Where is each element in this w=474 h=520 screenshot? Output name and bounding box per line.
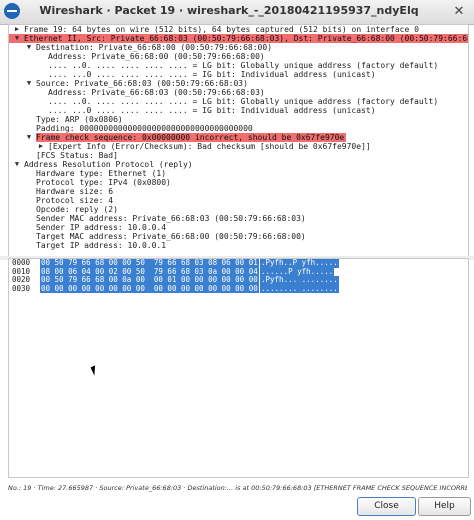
- expanded-arrow-icon[interactable]: ▼: [25, 43, 33, 52]
- tree-row[interactable]: ▼ Address Resolution Protocol (reply): [9, 160, 468, 169]
- tree-row[interactable]: .... ..0. .... .... .... .... = LG bit: …: [9, 61, 468, 70]
- hex-ascii: ........ ........: [260, 283, 339, 293]
- tree-row-label: Protocol size: 4: [36, 196, 114, 205]
- tree-row-label: Sender MAC address: Private_66:68:03 (00…: [36, 214, 306, 223]
- tree-row[interactable]: Address: Private_66:68:00 (00:50:79:66:6…: [9, 52, 468, 61]
- tree-row-label: Padding: 0000000000000000000000000000000…: [36, 124, 253, 133]
- tree-row-label: Address Resolution Protocol (reply): [24, 160, 193, 169]
- tree-row-label: Address: Private_66:68:03 (00:50:79:66:6…: [48, 88, 265, 97]
- tree-row-label: .... ..0. .... .... .... .... = LG bit: …: [48, 61, 439, 70]
- tree-row-label: Target IP address: 10.0.0.1: [36, 241, 167, 250]
- expanded-arrow-icon[interactable]: ▼: [25, 133, 33, 142]
- tree-row[interactable]: Padding: 0000000000000000000000000000000…: [9, 124, 468, 133]
- tree-row[interactable]: .... ...0 .... .... .... .... = IG bit: …: [9, 106, 468, 115]
- tree-row-label: [FCS Status: Bad]: [36, 151, 118, 160]
- tree-row[interactable]: ▼ Source: Private_66:68:03 (00:50:79:66:6…: [9, 79, 468, 88]
- tree-row[interactable]: .... ...0 .... .... .... .... = IG bit: …: [9, 70, 468, 79]
- tree-row-label: Frame check sequence: 0x00000000 incorre…: [36, 133, 347, 142]
- collapsed-arrow-icon[interactable]: ▶: [13, 25, 21, 34]
- packet-details-tree[interactable]: ▶ Frame 19: 64 bytes on wire (512 bits), …: [8, 24, 469, 258]
- hex-bytes: 00 00 00 00 00 00 00 00 00 00 00 00 00 0…: [40, 283, 259, 293]
- tree-row[interactable]: Hardware size: 6: [9, 187, 468, 196]
- tree-row[interactable]: Protocol type: IPv4 (0x0800): [9, 178, 468, 187]
- tree-row-label: Hardware size: 6: [36, 187, 114, 196]
- packet-status-text: No.: 19 · Time: 27.665987 · Source: Priv…: [8, 484, 467, 492]
- tree-row-label: Type: ARP (0x0806): [36, 115, 123, 124]
- expanded-arrow-icon[interactable]: ▼: [13, 160, 21, 169]
- packet-bytes-pane[interactable]: 0000 00 50 79 66 68 00 00 50 79 66 68 03 …: [8, 258, 469, 478]
- tree-row-label: .... ..0. .... .... .... .... = LG bit: …: [48, 97, 439, 106]
- help-button[interactable]: Help: [418, 497, 471, 516]
- tree-row[interactable]: .... ..0. .... .... .... .... = LG bit: …: [9, 97, 468, 106]
- expanded-arrow-icon[interactable]: ▼: [25, 79, 33, 88]
- tree-row[interactable]: ▼ Frame check sequence: 0x00000000 incorr…: [9, 133, 468, 142]
- tree-row-label: Destination: Private_66:68:00 (00:50:79:…: [36, 43, 273, 52]
- tree-row[interactable]: Sender MAC address: Private_66:68:03 (00…: [9, 214, 468, 223]
- window-title: Wireshark · Packet 19 · wireshark_-_2018…: [39, 4, 419, 17]
- tree-row[interactable]: ▶ Frame 19: 64 bytes on wire (512 bits), …: [9, 25, 468, 34]
- tree-row[interactable]: Protocol size: 4: [9, 196, 468, 205]
- tree-row[interactable]: [FCS Status: Bad]: [9, 151, 468, 160]
- collapsed-arrow-icon[interactable]: ▶: [37, 142, 45, 151]
- tree-row-label: Source: Private_66:68:03 (00:50:79:66:68…: [36, 79, 248, 88]
- expanded-arrow-icon[interactable]: ▼: [13, 34, 21, 43]
- tree-row[interactable]: Target MAC address: Private_66:68:00 (00…: [9, 232, 468, 241]
- tree-row[interactable]: Hardware type: Ethernet (1): [9, 169, 468, 178]
- tree-row-label: Sender IP address: 10.0.0.4: [36, 223, 167, 232]
- tree-row-label: Hardware type: Ethernet (1): [36, 169, 167, 178]
- tree-row[interactable]: Type: ARP (0x0806): [9, 115, 468, 124]
- tree-row[interactable]: Target IP address: 10.0.0.1: [9, 241, 468, 250]
- tree-row-label: Ethernet II, Src: Private_66:68:03 (00:5…: [24, 34, 468, 43]
- tree-row-label: Protocol type: IPv4 (0x0800): [36, 178, 171, 187]
- hex-offset: 0030: [12, 283, 31, 293]
- tree-row-label: [Expert Info (Error/Checksum): Bad check…: [48, 142, 371, 151]
- close-icon[interactable]: ✕: [450, 3, 468, 21]
- wireshark-fin-icon: [4, 3, 20, 19]
- tree-row-label: Frame 19: 64 bytes on wire (512 bits), 6…: [24, 25, 419, 34]
- hex-row[interactable]: 0030 00 00 00 00 00 00 00 00 00 00 00 00 …: [9, 283, 468, 293]
- tree-row[interactable]: ▼ Destination: Private_66:68:00 (00:50:79…: [9, 43, 468, 52]
- tree-row-label: .... ...0 .... .... .... .... = IG bit: …: [48, 70, 376, 79]
- close-button[interactable]: Close: [357, 497, 416, 516]
- tree-row[interactable]: ▶ [Expert Info (Error/Checksum): Bad chec…: [9, 142, 468, 151]
- tree-row-label: Opcode: reply (2): [36, 205, 118, 214]
- tree-row[interactable]: Address: Private_66:68:03 (00:50:79:66:6…: [9, 88, 468, 97]
- tree-row-label: Target MAC address: Private_66:68:00 (00…: [36, 232, 306, 241]
- tree-row[interactable]: Sender IP address: 10.0.0.4: [9, 223, 468, 232]
- tree-row[interactable]: ▼ Ethernet II, Src: Private_66:68:03 (00:…: [9, 34, 468, 43]
- tree-row[interactable]: Opcode: reply (2): [9, 205, 468, 214]
- tree-row-label: .... ...0 .... .... .... .... = IG bit: …: [48, 106, 376, 115]
- title-bar: Wireshark · Packet 19 · wireshark_-_2018…: [0, 0, 474, 25]
- tree-row-label: Address: Private_66:68:00 (00:50:79:66:6…: [48, 52, 265, 61]
